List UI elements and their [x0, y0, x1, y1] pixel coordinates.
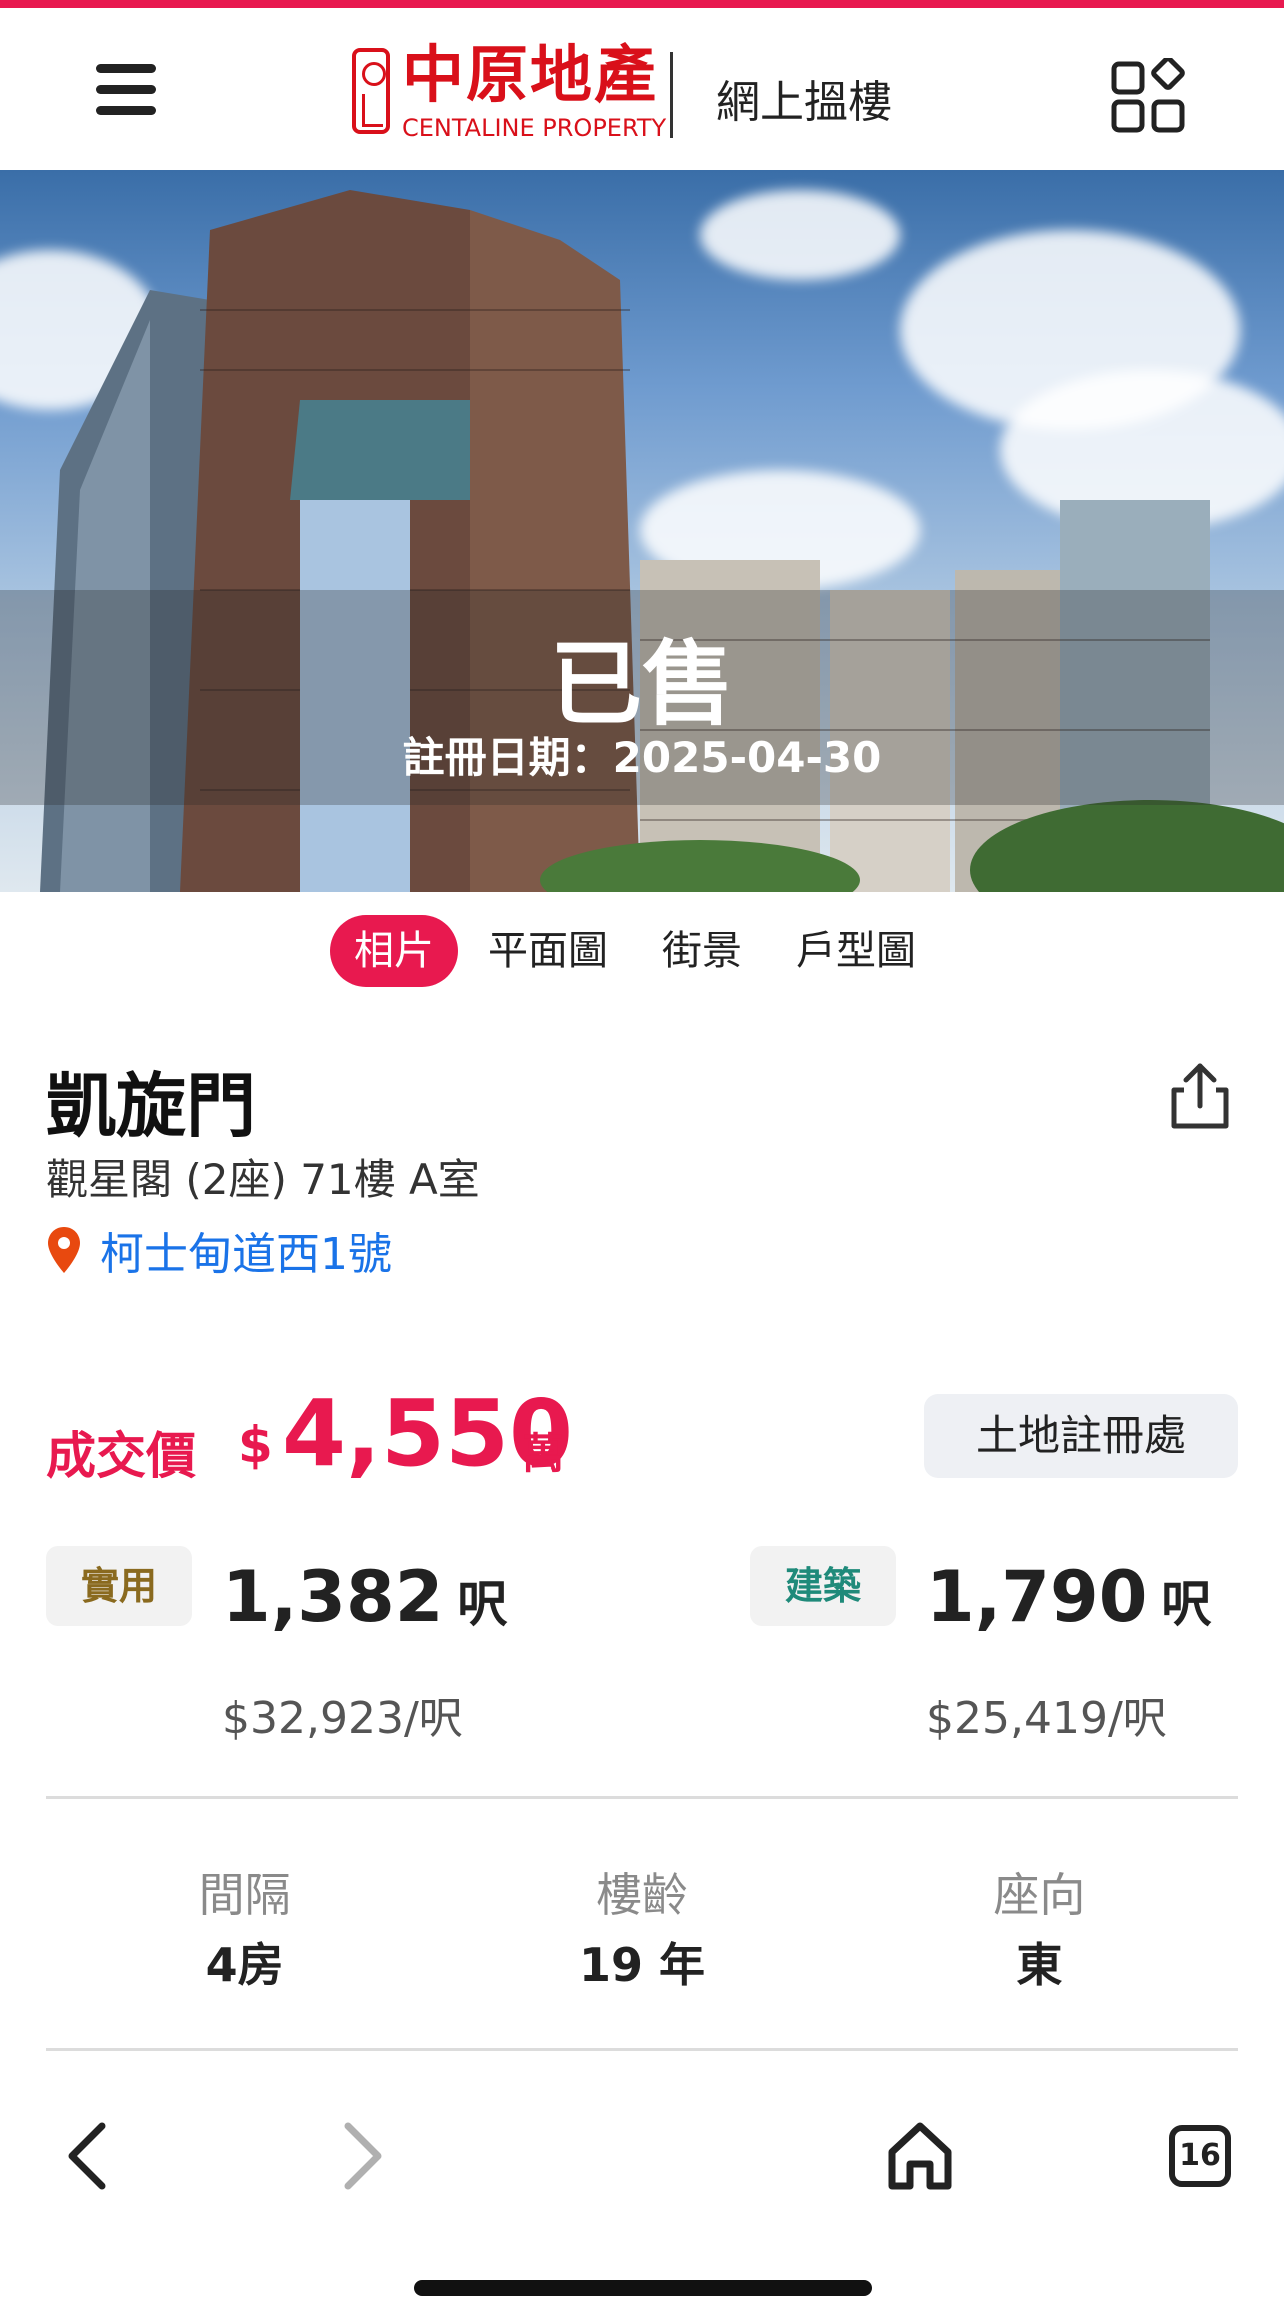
browser-toolbar: 16 [0, 2086, 1284, 2226]
fact-layout: 間隔 4房 [46, 1860, 443, 2000]
logo-seal-icon [352, 48, 390, 134]
logo-brand-cn: 中原地產 [402, 38, 659, 111]
fact-value: 4房 [205, 1938, 284, 1992]
back-arrow-icon[interactable] [50, 2116, 130, 2196]
tabs-icon[interactable]: 16 [1160, 2116, 1240, 2196]
price-currency: $ [238, 1416, 273, 1474]
location-pin-icon [48, 1227, 80, 1273]
saleable-price-per-ft: $32,923/呎 [222, 1693, 463, 1744]
fact-orientation: 座向 東 [841, 1860, 1238, 2000]
fact-value: 東 [1016, 1938, 1063, 1992]
registration-date: 註冊日期：2025-04-30 [402, 733, 882, 782]
gross-area-value: 1,790 呎 [926, 1556, 1212, 1638]
logo-divider [670, 52, 673, 138]
tab-count: 16 [1179, 2138, 1221, 2173]
home-icon[interactable] [880, 2116, 960, 2196]
site-header: 中原地產 CENTALINE PROPERTY 網上搵樓 [0, 8, 1284, 170]
fact-value: 19 年 [578, 1938, 705, 1992]
price-unit: 萬 [522, 1429, 565, 1478]
saleable-badge: 實用 [46, 1546, 192, 1626]
fact-label: 間隔 [198, 1868, 291, 1922]
tab-photos[interactable]: 相片 [330, 915, 458, 987]
forward-arrow-icon[interactable] [320, 2116, 400, 2196]
hamburger-menu-icon[interactable] [92, 60, 162, 120]
land-registry-button[interactable]: 土地註冊處 [924, 1394, 1238, 1478]
tab-floor-plan[interactable]: 平面圖 [464, 915, 632, 987]
media-tabs: 相片 平面圖 街景 戶型圖 [330, 914, 946, 988]
property-facts: 間隔 4房 樓齡 19 年 座向 東 [46, 1860, 1238, 2000]
fact-label: 座向 [993, 1868, 1086, 1922]
divider [46, 1796, 1238, 1799]
home-indicator[interactable] [414, 2280, 872, 2296]
tab-street-view[interactable]: 街景 [638, 915, 766, 987]
price-label: 成交價 [46, 1427, 196, 1485]
gross-price-per-ft: $25,419/呎 [926, 1693, 1167, 1744]
fact-building-age: 樓齡 19 年 [443, 1860, 840, 2000]
price-row: 成交價 $ 4,550 萬 土地註冊處 [46, 1380, 1238, 1490]
street-link[interactable]: 柯士甸道西1號 [46, 1218, 392, 1282]
apps-grid-icon[interactable] [1110, 56, 1190, 138]
tab-unit-layout[interactable]: 戶型圖 [772, 915, 940, 987]
estate-name: 凱旋門 [46, 1065, 256, 1147]
saleable-area-value: 1,382 呎 [222, 1556, 508, 1638]
share-icon[interactable] [1168, 1060, 1232, 1132]
unit-address: 觀星閣 (2座) 71樓 A室 [46, 1155, 480, 1204]
gross-badge: 建築 [750, 1546, 896, 1626]
logo-brand-en: CENTALINE PROPERTY [402, 114, 667, 142]
top-accent-bar [0, 0, 1284, 8]
service-title: 網上搵樓 [716, 77, 892, 128]
fact-label: 樓齡 [595, 1868, 688, 1922]
hero-photo[interactable]: 已售 註冊日期：2025-04-30 [0, 170, 1284, 892]
saleable-area: 實用 1,382 呎 $32,923/呎 [46, 1546, 606, 1746]
gross-area: 建築 1,790 呎 $25,419/呎 [750, 1546, 1238, 1746]
divider [46, 2048, 1238, 2051]
site-logo[interactable]: 中原地產 CENTALINE PROPERTY 網上搵樓 [350, 40, 910, 142]
street-address: 柯士甸道西1號 [100, 1229, 392, 1280]
